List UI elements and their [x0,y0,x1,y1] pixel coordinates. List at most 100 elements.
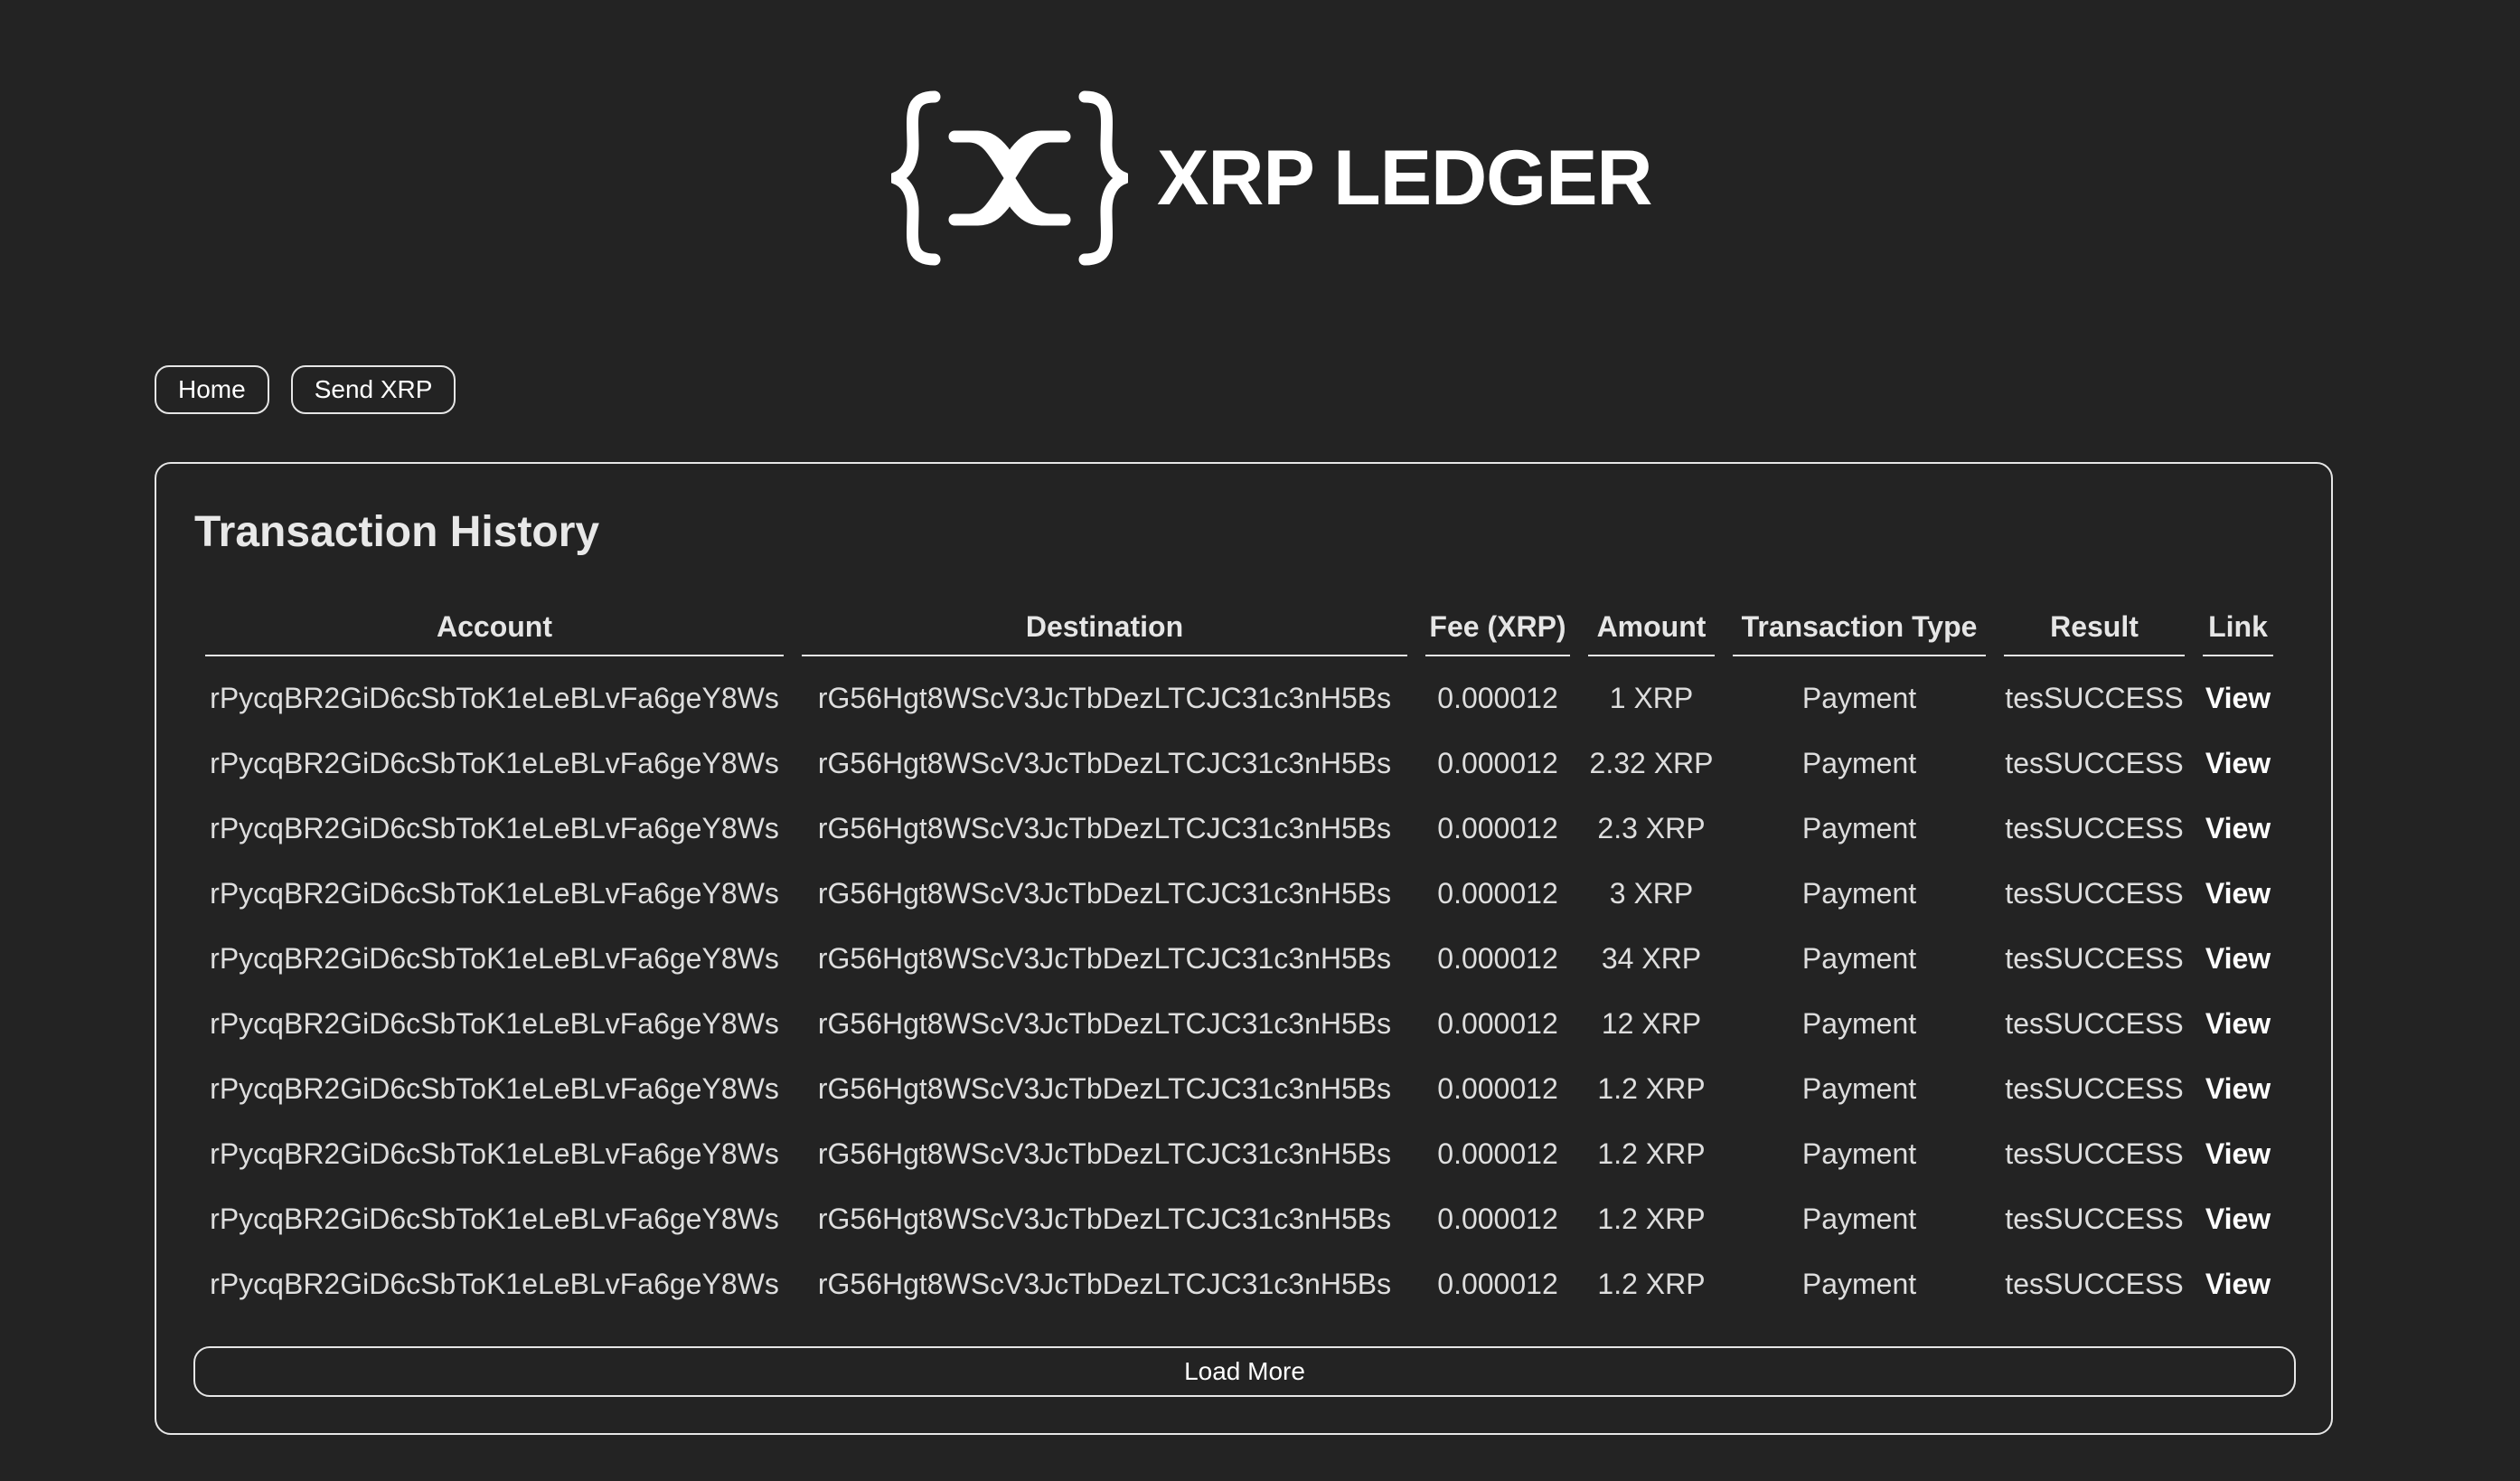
top-nav: Home Send XRP [155,365,456,414]
view-link[interactable]: View [2203,731,2273,796]
cell-amount: 34 XRP [1601,941,1702,975]
column-header-fee: Fee (XRP) [1425,610,1570,656]
cell-fee: 0.000012 [1437,1137,1558,1170]
cell-transaction-type: Payment [1801,811,1917,844]
cell-account: rPycqBR2GiD6cSbToK1eLeBLvFa6geY8Ws [210,1202,779,1235]
cell-transaction-type: Payment [1801,941,1917,975]
cell-result: tesSUCCESS [2005,811,2184,844]
table-row: rPycqBR2GiD6cSbToK1eLeBLvFa6geY8Ws rG56Hg… [205,1121,2273,1186]
table-row: rPycqBR2GiD6cSbToK1eLeBLvFa6geY8Ws rG56Hg… [205,991,2273,1056]
cell-destination: rG56Hgt8WScV3JcTbDezLTCJC31c3nH5Bs [817,681,1392,714]
cell-account: rPycqBR2GiD6cSbToK1eLeBLvFa6geY8Ws [210,1267,779,1300]
cell-fee: 0.000012 [1437,1071,1558,1105]
cell-result: tesSUCCESS [2005,681,2184,714]
cell-amount: 12 XRP [1601,1006,1702,1040]
cell-result: tesSUCCESS [2005,1071,2184,1105]
view-link[interactable]: View [2203,1121,2273,1186]
cell-result: tesSUCCESS [2005,1137,2184,1170]
cell-transaction-type: Payment [1801,876,1917,910]
table-row: rPycqBR2GiD6cSbToK1eLeBLvFa6geY8Ws rG56Hg… [205,796,2273,861]
cell-account: rPycqBR2GiD6cSbToK1eLeBLvFa6geY8Ws [210,746,779,779]
view-link[interactable]: View [2203,861,2273,926]
view-link[interactable]: View [2203,926,2273,991]
cell-amount: 2.32 XRP [1589,746,1714,779]
cell-destination: rG56Hgt8WScV3JcTbDezLTCJC31c3nH5Bs [817,1267,1392,1300]
table-row: rPycqBR2GiD6cSbToK1eLeBLvFa6geY8Ws rG56Hg… [205,1186,2273,1251]
cell-transaction-type: Payment [1801,746,1917,779]
cell-fee: 0.000012 [1437,876,1558,910]
column-header-transaction-type: Transaction Type [1733,610,1986,656]
view-link[interactable]: View [2203,796,2273,861]
cell-destination: rG56Hgt8WScV3JcTbDezLTCJC31c3nH5Bs [817,1006,1392,1040]
cell-fee: 0.000012 [1437,681,1558,714]
table-row: rPycqBR2GiD6cSbToK1eLeBLvFa6geY8Ws rG56Hg… [205,861,2273,926]
transactions-body: rPycqBR2GiD6cSbToK1eLeBLvFa6geY8Ws rG56Hg… [205,656,2273,1316]
table-row: rPycqBR2GiD6cSbToK1eLeBLvFa6geY8Ws rG56Hg… [205,926,2273,991]
page: XRP LEDGER Home Send XRP Transaction His… [0,0,2520,1481]
cell-result: tesSUCCESS [2005,941,2184,975]
column-header-result: Result [2004,610,2185,656]
transaction-history-card: Transaction History Account Destination … [155,462,2333,1435]
send-xrp-button[interactable]: Send XRP [290,365,456,414]
cell-amount: 1.2 XRP [1597,1071,1706,1105]
cell-amount: 3 XRP [1609,876,1694,910]
cell-transaction-type: Payment [1801,1006,1917,1040]
cell-fee: 0.000012 [1437,1202,1558,1235]
cell-account: rPycqBR2GiD6cSbToK1eLeBLvFa6geY8Ws [210,876,779,910]
cell-fee: 0.000012 [1437,1267,1558,1300]
table-header-row: Account Destination Fee (XRP) Amount Tra… [205,610,2273,656]
cell-amount: 2.3 XRP [1597,811,1706,844]
cell-account: rPycqBR2GiD6cSbToK1eLeBLvFa6geY8Ws [210,1006,779,1040]
home-button[interactable]: Home [155,365,269,414]
cell-transaction-type: Payment [1801,1267,1917,1300]
cell-destination: rG56Hgt8WScV3JcTbDezLTCJC31c3nH5Bs [817,876,1392,910]
load-more-button[interactable]: Load More [193,1346,2296,1397]
cell-amount: 1.2 XRP [1597,1267,1706,1300]
cell-account: rPycqBR2GiD6cSbToK1eLeBLvFa6geY8Ws [210,941,779,975]
transactions-table: Account Destination Fee (XRP) Amount Tra… [187,610,2291,1316]
cell-fee: 0.000012 [1437,746,1558,779]
cell-result: tesSUCCESS [2005,876,2184,910]
cell-account: rPycqBR2GiD6cSbToK1eLeBLvFa6geY8Ws [210,1137,779,1170]
table-row: rPycqBR2GiD6cSbToK1eLeBLvFa6geY8Ws rG56Hg… [205,731,2273,796]
cell-result: tesSUCCESS [2005,1202,2184,1235]
view-link[interactable]: View [2203,1186,2273,1251]
cell-destination: rG56Hgt8WScV3JcTbDezLTCJC31c3nH5Bs [817,1071,1392,1105]
cell-result: tesSUCCESS [2005,1006,2184,1040]
column-header-amount: Amount [1588,610,1715,656]
cell-fee: 0.000012 [1437,1006,1558,1040]
xrp-brace-logo-icon [891,90,1128,266]
cell-transaction-type: Payment [1801,1202,1917,1235]
table-row: rPycqBR2GiD6cSbToK1eLeBLvFa6geY8Ws rG56Hg… [205,1056,2273,1121]
cell-destination: rG56Hgt8WScV3JcTbDezLTCJC31c3nH5Bs [817,1137,1392,1170]
cell-account: rPycqBR2GiD6cSbToK1eLeBLvFa6geY8Ws [210,1071,779,1105]
cell-transaction-type: Payment [1801,681,1917,714]
cell-amount: 1.2 XRP [1597,1202,1706,1235]
cell-destination: rG56Hgt8WScV3JcTbDezLTCJC31c3nH5Bs [817,811,1392,844]
cell-fee: 0.000012 [1437,941,1558,975]
cell-result: tesSUCCESS [2005,1267,2184,1300]
header-logo: XRP LEDGER [891,89,1653,268]
logo-title: XRP LEDGER [1157,134,1653,222]
card-title: Transaction History [194,508,600,556]
view-link[interactable]: View [2203,1056,2273,1121]
column-header-link: Link [2203,610,2273,656]
column-header-destination: Destination [802,610,1407,656]
cell-destination: rG56Hgt8WScV3JcTbDezLTCJC31c3nH5Bs [817,746,1392,779]
cell-transaction-type: Payment [1801,1071,1917,1105]
cell-transaction-type: Payment [1801,1137,1917,1170]
column-header-account: Account [205,610,784,656]
cell-account: rPycqBR2GiD6cSbToK1eLeBLvFa6geY8Ws [210,811,779,844]
table-row: rPycqBR2GiD6cSbToK1eLeBLvFa6geY8Ws rG56Hg… [205,1251,2273,1316]
cell-result: tesSUCCESS [2005,746,2184,779]
cell-destination: rG56Hgt8WScV3JcTbDezLTCJC31c3nH5Bs [817,941,1392,975]
table-row: rPycqBR2GiD6cSbToK1eLeBLvFa6geY8Ws rG56Hg… [205,656,2273,731]
cell-amount: 1 XRP [1609,681,1694,714]
view-link[interactable]: View [2203,656,2273,731]
view-link[interactable]: View [2203,1251,2273,1316]
cell-fee: 0.000012 [1437,811,1558,844]
view-link[interactable]: View [2203,991,2273,1056]
cell-account: rPycqBR2GiD6cSbToK1eLeBLvFa6geY8Ws [210,681,779,714]
cell-destination: rG56Hgt8WScV3JcTbDezLTCJC31c3nH5Bs [817,1202,1392,1235]
cell-amount: 1.2 XRP [1597,1137,1706,1170]
